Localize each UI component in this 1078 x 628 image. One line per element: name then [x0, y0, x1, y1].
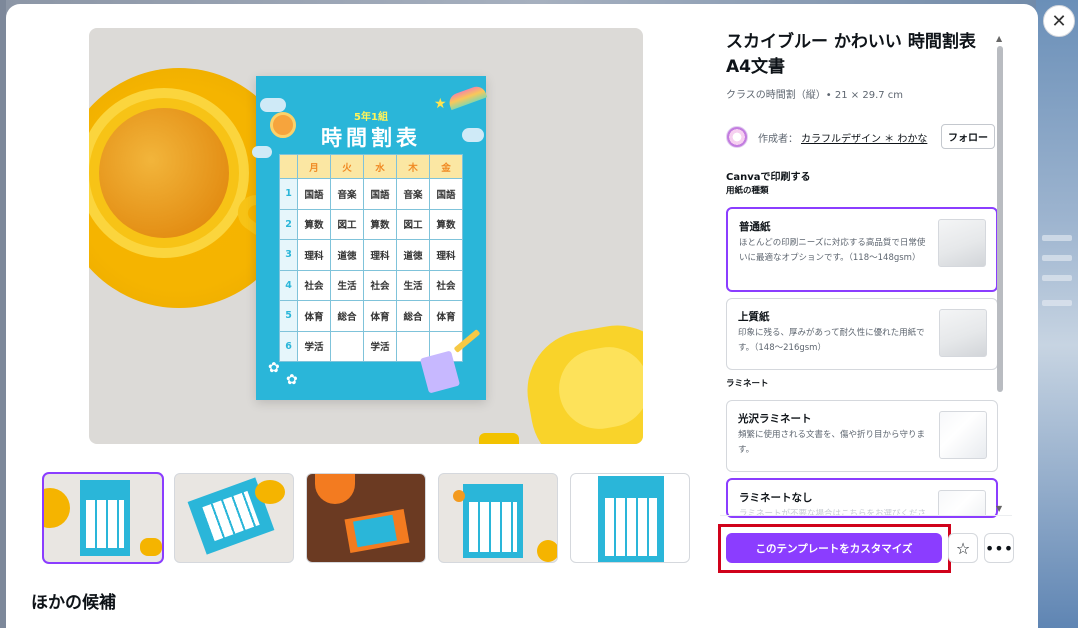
option-name: 光沢ラミネート — [738, 413, 812, 425]
scrollbar-thumb[interactable] — [997, 46, 1003, 392]
subject-cell: 理科 — [297, 239, 331, 271]
subject-cell: 社会 — [429, 269, 463, 301]
poster-title: 時間割表 — [321, 126, 421, 150]
period-number: 4 — [279, 269, 298, 301]
thumbnail-4[interactable] — [438, 473, 558, 563]
subject-cell: 図工 — [396, 208, 430, 240]
subject-cell: 総合 — [330, 300, 364, 332]
subject-cell: 道徳 — [330, 239, 364, 271]
creator-avatar[interactable] — [726, 126, 748, 148]
creator-label: 作成者： — [758, 134, 798, 145]
subject-cell: 国語 — [297, 178, 331, 210]
flower-icon: ✿ — [286, 372, 298, 388]
scroll-down-icon[interactable]: ▼ — [996, 504, 1002, 513]
favorite-button[interactable]: ☆ — [948, 533, 978, 563]
subject-cell: 生活 — [396, 269, 430, 301]
day-header: 木 — [396, 154, 430, 179]
paper-option-standard[interactable]: 普通紙 ほとんどの印刷ニーズに対応する高品質で日常使いに最適なオプションです。（… — [726, 207, 998, 292]
subject-cell — [330, 330, 364, 362]
timetable-grid: 月 火 水 木 金 1 国語 音楽 国語 音楽 国語 2 算数 図工 算数 図工… — [279, 154, 463, 362]
poster-subtitle: 5年1組 — [354, 112, 388, 123]
panel-scrollbar[interactable]: ▲ ▼ — [996, 34, 1004, 514]
template-preview-image: ★ 5年1組 時間割表 月 火 水 木 金 1 国語 音楽 国語 音楽 国語 2… — [89, 28, 643, 444]
template-title: スカイブルー かわいい 時間割表 A4文書 — [726, 32, 976, 77]
paper-sample-image — [939, 309, 987, 357]
lamination-option-gloss[interactable]: 光沢ラミネート 頻繁に使用される文書を、傷や折り目から守ります。 — [726, 400, 998, 472]
rainbow-icon — [446, 83, 488, 111]
subject-cell: 算数 — [297, 208, 331, 240]
lamination-option-none[interactable]: ラミネートなし ラミネートが不要な場合はこちらをお選びください。 — [726, 478, 998, 518]
option-name: 普通紙 — [739, 221, 771, 233]
close-icon: ✕ — [1051, 10, 1067, 32]
subject-cell: 社会 — [297, 269, 331, 301]
option-name: ラミネートなし — [739, 492, 813, 504]
option-name: 上質紙 — [738, 311, 770, 323]
option-description: ほとんどの印刷ニーズに対応する高品質で日常使いに最適なオプションです。（118〜… — [739, 238, 926, 263]
lamination-sample-image — [939, 411, 987, 459]
subject-cell: 生活 — [330, 269, 364, 301]
option-description: 頻繁に使用される文書を、傷や折り目から守ります。 — [738, 430, 926, 455]
other-candidates-heading: ほかの候補 — [31, 593, 116, 613]
period-number: 5 — [279, 300, 298, 332]
lamination-sample-image — [938, 490, 986, 516]
star-icon: ☆ — [955, 538, 971, 558]
paper-type-heading: 用紙の種類 — [726, 186, 769, 196]
thumbnail-5[interactable] — [570, 473, 690, 563]
day-header: 金 — [429, 154, 463, 179]
follow-button[interactable]: フォロー — [941, 124, 995, 149]
background-edge-right — [1036, 0, 1078, 628]
subject-cell: 体育 — [429, 300, 463, 332]
customize-template-button[interactable]: このテンプレートをカスタマイズ — [726, 533, 942, 563]
thumbnail-3[interactable] — [306, 473, 426, 563]
subject-cell: 社会 — [363, 269, 397, 301]
paper-option-premium[interactable]: 上質紙 印象に残る、厚みがあって耐久性に優れた用紙です。（148〜216gsm） — [726, 298, 998, 370]
period-number: 1 — [279, 178, 298, 210]
subject-cell: 体育 — [297, 300, 331, 332]
more-icon: ••• — [984, 538, 1014, 558]
subject-cell: 算数 — [429, 208, 463, 240]
subject-cell: 図工 — [330, 208, 364, 240]
subject-cell: 音楽 — [396, 178, 430, 210]
subject-cell: 学活 — [363, 330, 397, 362]
creator-name-link[interactable]: カラフルデザイン ＊ わかな — [801, 130, 927, 145]
subject-cell: 音楽 — [330, 178, 364, 210]
subject-cell: 学活 — [297, 330, 331, 362]
more-options-button[interactable]: ••• — [984, 533, 1014, 563]
scroll-up-icon[interactable]: ▲ — [996, 34, 1002, 43]
option-description: ラミネートが不要な場合はこちらをお選びください。 — [739, 509, 927, 518]
print-heading: Canvaで印刷する — [726, 172, 811, 183]
subject-cell: 算数 — [363, 208, 397, 240]
day-header: 火 — [330, 154, 364, 179]
day-header: 月 — [297, 154, 331, 179]
option-description: 印象に残る、厚みがあって耐久性に優れた用紙です。（148〜216gsm） — [738, 328, 925, 353]
paper-sample-image — [938, 219, 986, 267]
template-meta: クラスの時間割（縦）• 21 × 29.7 cm — [726, 90, 904, 101]
subject-cell: 理科 — [363, 239, 397, 271]
subject-cell: 国語 — [429, 178, 463, 210]
period-number: 2 — [279, 208, 298, 240]
lamination-heading: ラミネート — [726, 379, 769, 389]
timetable-poster: ★ 5年1組 時間割表 月 火 水 木 金 1 国語 音楽 国語 音楽 国語 2… — [252, 76, 488, 400]
footer-divider — [720, 515, 1012, 516]
subject-cell: 理科 — [429, 239, 463, 271]
period-number: 6 — [279, 330, 298, 362]
thumbnail-2[interactable] — [174, 473, 294, 563]
thumbnail-1[interactable] — [42, 472, 164, 564]
subject-cell: 国語 — [363, 178, 397, 210]
subject-cell: 体育 — [363, 300, 397, 332]
close-button[interactable]: ✕ — [1043, 5, 1075, 37]
flower-icon: ✿ — [268, 360, 280, 376]
day-header: 水 — [363, 154, 397, 179]
period-number: 3 — [279, 239, 298, 271]
subject-cell: 総合 — [396, 300, 430, 332]
subject-cell: 道徳 — [396, 239, 430, 271]
